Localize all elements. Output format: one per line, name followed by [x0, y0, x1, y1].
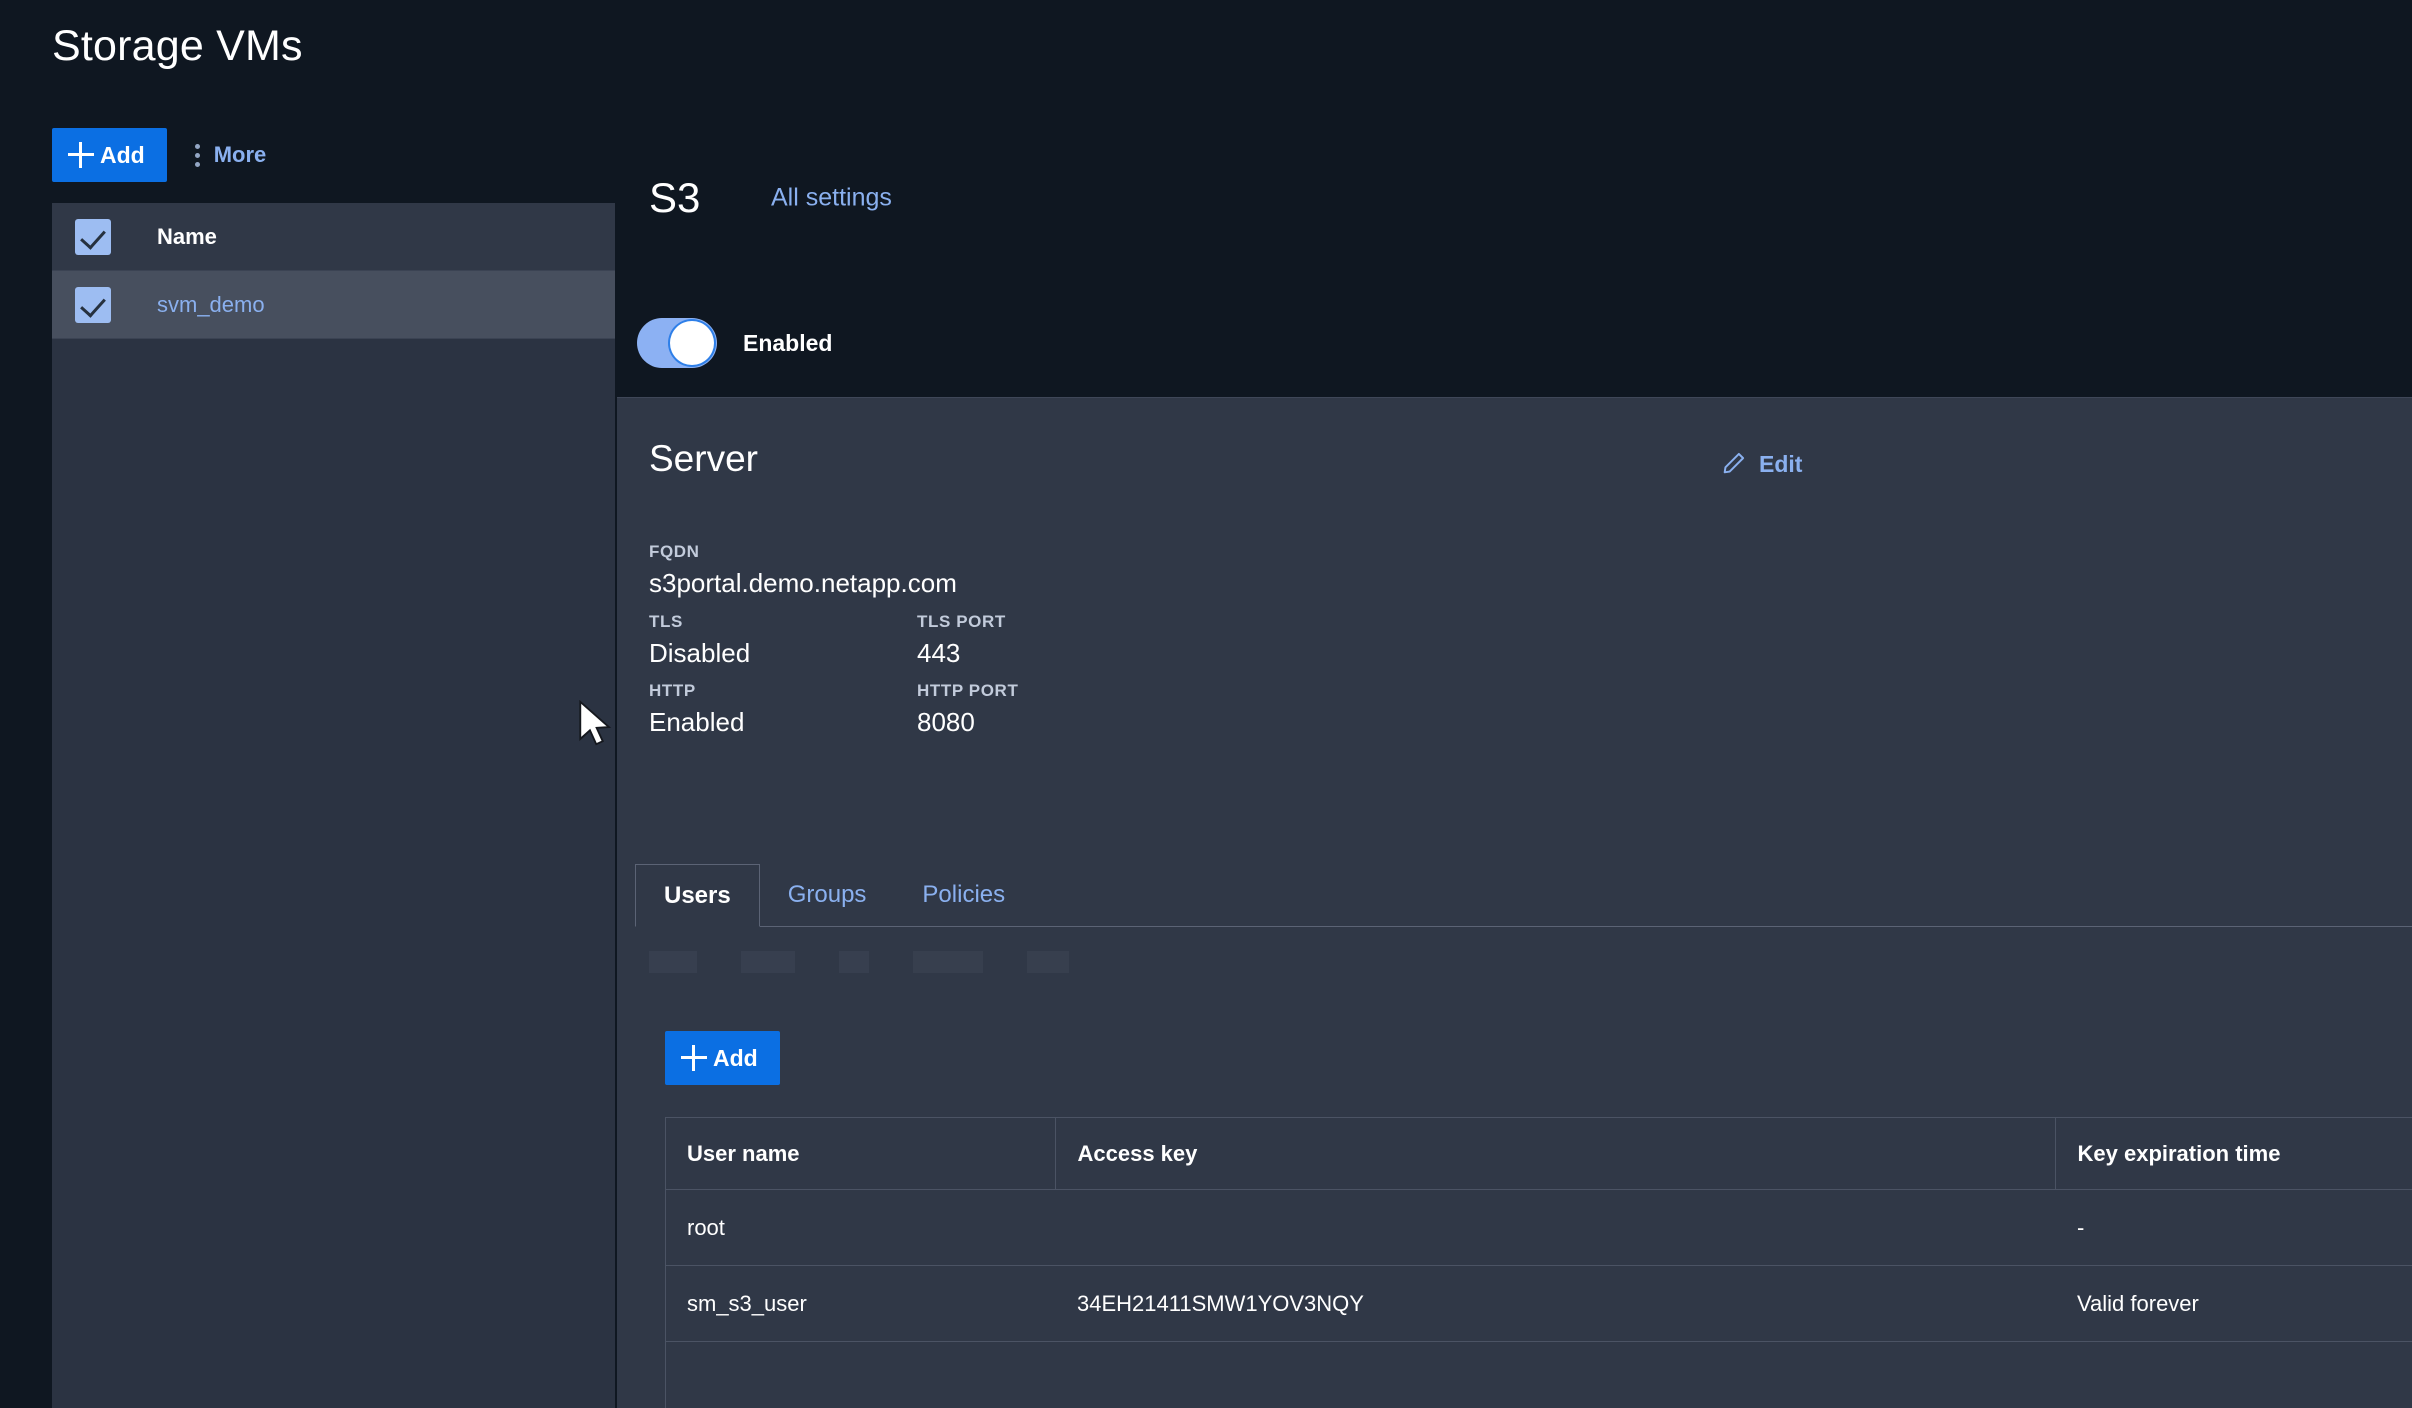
- field-http-port: HTTP PORT 8080: [917, 681, 1018, 738]
- s3-detail-pane: S3 All settings Enabled Server Edit: [617, 0, 2412, 1408]
- list-header-row: Name: [52, 203, 615, 271]
- users-panel: Add User name Access key Key expiration …: [635, 927, 2412, 1408]
- storage-vm-list: Name svm_demo: [52, 203, 615, 1408]
- plus-icon: [681, 1045, 707, 1071]
- field-tls-label: TLS: [649, 612, 750, 632]
- cell-user-name: root: [665, 1190, 1055, 1266]
- kebab-menu-icon: [195, 144, 200, 167]
- field-http-label: HTTP: [649, 681, 744, 701]
- field-tls: TLS Disabled: [649, 612, 750, 669]
- server-section-title: Server: [649, 438, 758, 480]
- add-user-button[interactable]: Add: [665, 1031, 780, 1085]
- field-fqdn: FQDN s3portal.demo.netapp.com: [649, 542, 957, 599]
- field-http-port-label: HTTP PORT: [917, 681, 1018, 701]
- table-row[interactable]: sm_s3_user 34EH21411SMW1YOV3NQY Valid fo…: [665, 1266, 2412, 1342]
- tab-groups[interactable]: Groups: [760, 864, 895, 926]
- cell-user-name: sm_s3_user: [665, 1266, 1055, 1342]
- add-user-label: Add: [713, 1045, 758, 1072]
- s3-title: S3: [649, 174, 700, 222]
- field-tls-port-label: TLS PORT: [917, 612, 1006, 632]
- all-settings-link[interactable]: All settings: [771, 184, 892, 213]
- field-http: HTTP Enabled: [649, 681, 744, 738]
- table-header-row: User name Access key Key expiration time: [665, 1118, 2412, 1190]
- tab-policies[interactable]: Policies: [894, 864, 1033, 926]
- list-item[interactable]: svm_demo: [52, 271, 615, 339]
- edit-server-button[interactable]: Edit: [1721, 450, 1802, 479]
- field-fqdn-value: s3portal.demo.netapp.com: [649, 568, 957, 599]
- left-toolbar: Add More: [52, 128, 266, 182]
- toggle-knob: [670, 321, 714, 365]
- s3-users-table: User name Access key Key expiration time…: [665, 1117, 2412, 1342]
- column-header-user-name[interactable]: User name: [665, 1118, 1055, 1190]
- cell-key-expiration-time: -: [2055, 1190, 2412, 1266]
- s3-tabs: Users Groups Policies: [635, 864, 2412, 927]
- field-http-value: Enabled: [649, 707, 744, 738]
- app-root: Storage VMs Add More Name svm_demo: [0, 0, 2412, 1408]
- cell-access-key: [1055, 1190, 2055, 1266]
- field-tls-port: TLS PORT 443: [917, 612, 1006, 669]
- more-menu-label: More: [214, 142, 267, 168]
- add-storage-vm-label: Add: [100, 142, 145, 169]
- server-section: Server Edit FQDN s3portal.demo.netapp.co…: [617, 398, 2412, 1408]
- column-header-name: Name: [157, 224, 217, 250]
- field-http-port-value: 8080: [917, 707, 1018, 738]
- column-header-access-key[interactable]: Access key: [1055, 1118, 2055, 1190]
- tab-users[interactable]: Users: [635, 864, 760, 927]
- table-row[interactable]: root -: [665, 1190, 2412, 1266]
- cell-access-key: 34EH21411SMW1YOV3NQY: [1055, 1266, 2055, 1342]
- s3-header: S3 All settings Enabled: [617, 0, 2412, 398]
- field-tls-port-value: 443: [917, 638, 1006, 669]
- field-tls-value: Disabled: [649, 638, 750, 669]
- storage-vm-name-link[interactable]: svm_demo: [157, 292, 265, 318]
- plus-icon: [68, 142, 94, 168]
- column-header-key-expiration-time[interactable]: Key expiration time: [2055, 1118, 2412, 1190]
- s3-enable-toggle[interactable]: [637, 318, 717, 368]
- select-all-checkbox[interactable]: [75, 219, 111, 255]
- page-title: Storage VMs: [52, 22, 303, 71]
- storage-vms-pane: Storage VMs Add More Name svm_demo: [0, 0, 617, 1408]
- cell-key-expiration-time: Valid forever: [2055, 1266, 2412, 1342]
- pencil-icon: [1721, 450, 1747, 479]
- s3-enable-toggle-row: Enabled: [637, 318, 832, 368]
- table-toolbar-placeholder: [649, 951, 1069, 973]
- row-checkbox[interactable]: [75, 287, 111, 323]
- more-menu-button[interactable]: More: [195, 142, 267, 168]
- edit-server-label: Edit: [1759, 451, 1802, 478]
- add-storage-vm-button[interactable]: Add: [52, 128, 167, 182]
- field-fqdn-label: FQDN: [649, 542, 957, 562]
- s3-enable-toggle-label: Enabled: [743, 330, 832, 357]
